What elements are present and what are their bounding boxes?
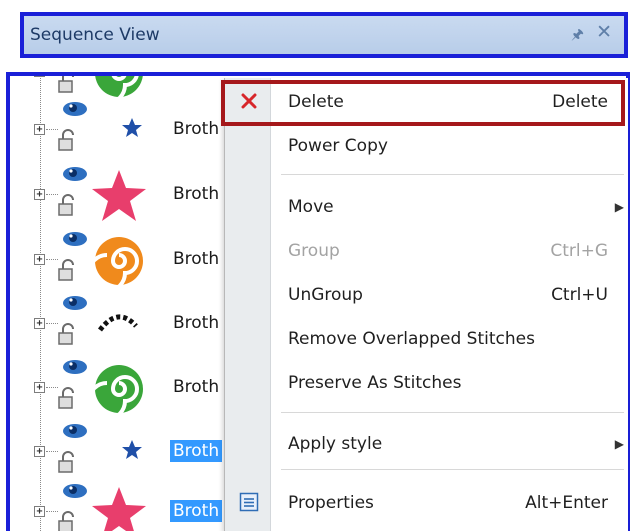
small-blue-star-thumbnail-icon	[88, 102, 150, 164]
lock-icon[interactable]	[56, 510, 80, 531]
green-swirl-thumbnail-icon	[87, 360, 150, 422]
context-menu: Delete Delete Power Copy Move ▶ Group Ct…	[221, 78, 629, 531]
eye-visibility-icon[interactable]	[62, 165, 88, 183]
lock-icon[interactable]	[56, 128, 80, 152]
pink-star-thumbnail-icon	[88, 484, 150, 531]
panel-title-bar: Sequence View 🖈 ✕	[20, 12, 628, 58]
text-arc-thumbnail-icon	[88, 296, 150, 358]
pin-icon[interactable]: 🖈	[571, 24, 584, 48]
menu-item-power-copy[interactable]: Power Copy	[225, 126, 629, 166]
eye-visibility-icon[interactable]	[62, 422, 88, 440]
tree-row[interactable]: + Broth	[10, 163, 250, 223]
lock-icon[interactable]	[56, 193, 80, 217]
menu-item-preserve-as-stitches[interactable]: Preserve As Stitches	[225, 363, 629, 403]
pink-star-thumbnail-icon	[88, 167, 150, 229]
menu-item-label: Move	[288, 197, 334, 217]
expand-plus-icon[interactable]: +	[34, 382, 45, 393]
lock-icon[interactable]	[56, 72, 80, 94]
menu-separator	[281, 469, 624, 470]
menu-item-label: UnGroup	[288, 285, 363, 305]
menu-item-label: Remove Overlapped Stitches	[288, 329, 535, 349]
tree-row[interactable]: + Broth	[10, 228, 250, 293]
submenu-arrow-icon: ▶	[614, 437, 624, 451]
tree-row[interactable]: + Broth	[10, 98, 250, 158]
expand-plus-icon[interactable]: +	[34, 254, 45, 265]
tree-row-label: Broth	[170, 500, 223, 522]
lock-icon[interactable]	[56, 258, 80, 282]
menu-item-label: Properties	[288, 493, 374, 513]
submenu-arrow-icon: ▶	[614, 200, 624, 214]
menu-item-label: Preserve As Stitches	[288, 373, 462, 393]
menu-item-shortcut: Ctrl+G	[550, 241, 608, 261]
expand-plus-icon[interactable]: +	[34, 124, 45, 135]
tree-row-label: Brot	[170, 76, 211, 82]
menu-item-group[interactable]: Group Ctrl+G	[225, 231, 629, 271]
panel-title: Sequence View	[30, 25, 160, 45]
menu-item-label: Group	[288, 241, 340, 261]
menu-item-shortcut: Alt+Enter	[525, 493, 608, 513]
tree-row[interactable]: + Broth	[10, 480, 250, 531]
menu-item-label: Power Copy	[288, 136, 388, 156]
tree-row-label: Broth	[173, 184, 220, 204]
menu-separator	[281, 412, 624, 413]
menu-item-remove-overlapped-stitches[interactable]: Remove Overlapped Stitches	[225, 319, 629, 359]
tree-row-label: Broth	[173, 119, 220, 139]
tree-row-label: Broth	[173, 249, 220, 269]
eye-visibility-icon[interactable]	[62, 100, 88, 118]
tree-row[interactable]: + Broth	[10, 292, 250, 352]
tree-row[interactable]: + Broth	[10, 356, 250, 421]
eye-visibility-icon[interactable]	[62, 358, 88, 376]
eye-visibility-icon[interactable]	[62, 230, 88, 248]
lock-icon[interactable]	[56, 386, 80, 410]
menu-separator	[281, 174, 624, 175]
close-icon[interactable]: ✕	[596, 21, 612, 43]
expand-plus-icon[interactable]: +	[34, 189, 45, 200]
expand-plus-icon[interactable]: +	[34, 76, 45, 77]
menu-item-properties[interactable]: Properties Alt+Enter	[225, 483, 629, 523]
small-blue-star-thumbnail-icon	[88, 424, 150, 486]
menu-item-shortcut: Ctrl+U	[551, 285, 608, 305]
properties-icon	[239, 492, 259, 512]
expand-plus-icon[interactable]: +	[34, 318, 45, 329]
tree-row-label: Broth	[173, 377, 220, 397]
tree-row[interactable]: + Brot	[10, 72, 250, 105]
expand-plus-icon[interactable]: +	[34, 446, 45, 457]
lock-icon[interactable]	[56, 450, 80, 474]
orange-swirl-thumbnail-icon	[87, 232, 150, 294]
eye-visibility-icon[interactable]	[62, 482, 88, 500]
menu-item-label: Apply style	[288, 434, 383, 454]
delete-highlight-box	[221, 80, 625, 126]
tree-row[interactable]: + Broth	[10, 420, 250, 480]
tree-row-label: Broth	[173, 313, 220, 333]
eye-visibility-icon[interactable]	[62, 294, 88, 312]
menu-item-ungroup[interactable]: UnGroup Ctrl+U	[225, 275, 629, 315]
menu-item-move[interactable]: Move ▶	[225, 187, 629, 227]
menu-item-apply-style[interactable]: Apply style ▶	[225, 424, 629, 464]
lock-icon[interactable]	[56, 322, 80, 346]
expand-plus-icon[interactable]: +	[34, 506, 45, 517]
tree-row-label: Broth	[170, 440, 223, 462]
